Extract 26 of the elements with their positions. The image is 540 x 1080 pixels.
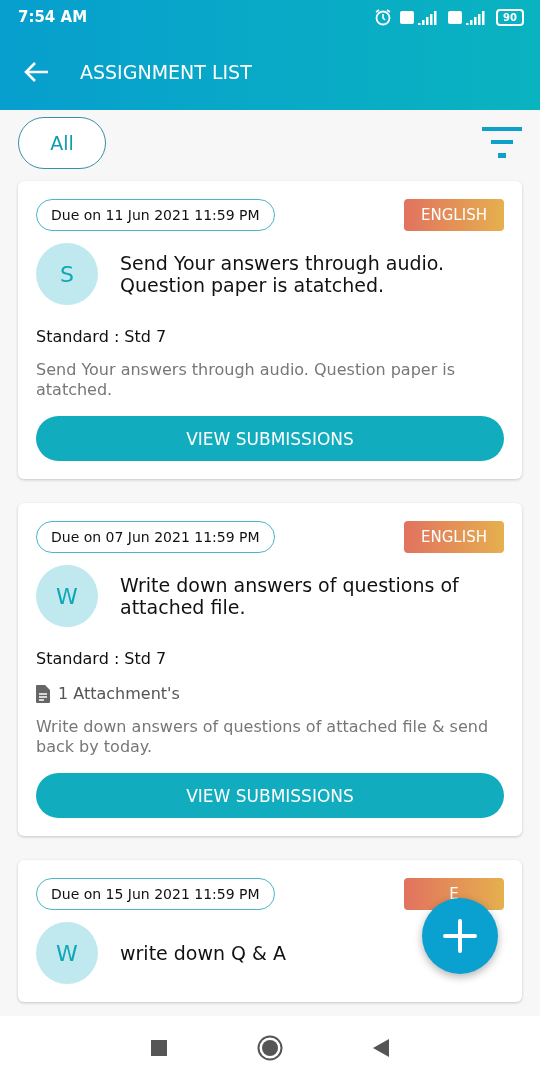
page-title: ASSIGNMENT LIST: [80, 61, 252, 83]
assignment-card[interactable]: Due on 11 Jun 2021 11:59 PM ENGLISH S Send Your answers through audio. Question paper is atatched. Standard : Std 7 Send Your answers through audio. Question paper is atatched. VIEW SUBMISSIONS: [18, 181, 522, 479]
attachment-count[interactable]: 1 Attachment's: [58, 684, 180, 703]
subject-tag: ENGLISH: [404, 521, 504, 553]
assignment-description: Send Your answers through audio. Question paper is atatched.: [36, 360, 457, 400]
avatar: W: [36, 922, 98, 984]
plus-icon: [443, 919, 477, 953]
assignment-title: Write down answers of questions of attached file.: [120, 574, 460, 618]
standard-label: Standard : Std 7: [36, 327, 168, 346]
avatar: W: [36, 565, 98, 627]
filter-icon[interactable]: [482, 127, 522, 159]
standard-label: Standard : Std 7: [36, 649, 168, 668]
home-icon[interactable]: [257, 1035, 283, 1061]
battery-level: 90: [496, 8, 524, 26]
assignment-title: Send Your answers through audio. Question paper is atatched.: [120, 252, 446, 296]
back-arrow-icon[interactable]: [24, 61, 50, 83]
subject-tag: ENGLISH: [404, 199, 504, 231]
back-icon[interactable]: [373, 1039, 389, 1057]
assignment-card[interactable]: Due on 15 Jun 2021 11:59 PM E W write down Q & A: [18, 860, 522, 1002]
avatar: S: [36, 243, 98, 305]
assignment-card[interactable]: [18, 503, 522, 836]
assignment-title: write down Q & A: [120, 942, 286, 964]
alarm-icon: [374, 8, 393, 26]
assignment-description: Write down answers of questions of attached file & send back by today.: [36, 717, 490, 757]
document-icon: [36, 684, 50, 703]
status-time: 7:54 AM: [18, 8, 88, 26]
